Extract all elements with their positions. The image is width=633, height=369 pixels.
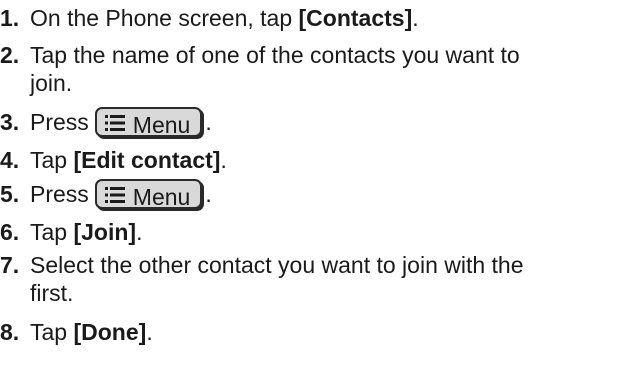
instruction-steps: 1. On the Phone screen, tap [Contacts]. …: [0, 0, 633, 369]
ui-label: [Done]: [73, 319, 147, 345]
step-number: 7.: [0, 252, 20, 278]
step-text: Tap [Join].: [30, 219, 143, 245]
ui-label: [Join]: [73, 219, 137, 245]
step-text: Press Menu.: [30, 106, 630, 139]
step-number: 8.: [0, 319, 20, 345]
menu-key: Menu: [94, 106, 203, 138]
step-number: 2.: [0, 42, 20, 68]
ui-label: [Contacts]: [298, 5, 413, 31]
step-number: 1.: [0, 5, 20, 31]
step-number: 5.: [0, 181, 20, 207]
step-text: Tap [Edit contact].: [30, 147, 227, 173]
menu-key: Menu: [94, 178, 203, 210]
step-text: Tap [Done].: [30, 319, 153, 345]
step-text: Press Menu.: [30, 178, 630, 211]
step-number: 3.: [0, 109, 20, 135]
step-number: 4.: [0, 147, 20, 173]
step-text: Select the other contact you want to joi…: [30, 252, 524, 306]
menu-list-icon: [104, 186, 125, 204]
step-number: 6.: [0, 219, 20, 245]
step-text: On the Phone screen, tap [Contacts].: [30, 5, 419, 31]
ui-label: [Edit contact]: [73, 147, 221, 173]
step-text: Tap the name of one of the contacts you …: [30, 42, 520, 96]
menu-list-icon: [104, 114, 125, 132]
